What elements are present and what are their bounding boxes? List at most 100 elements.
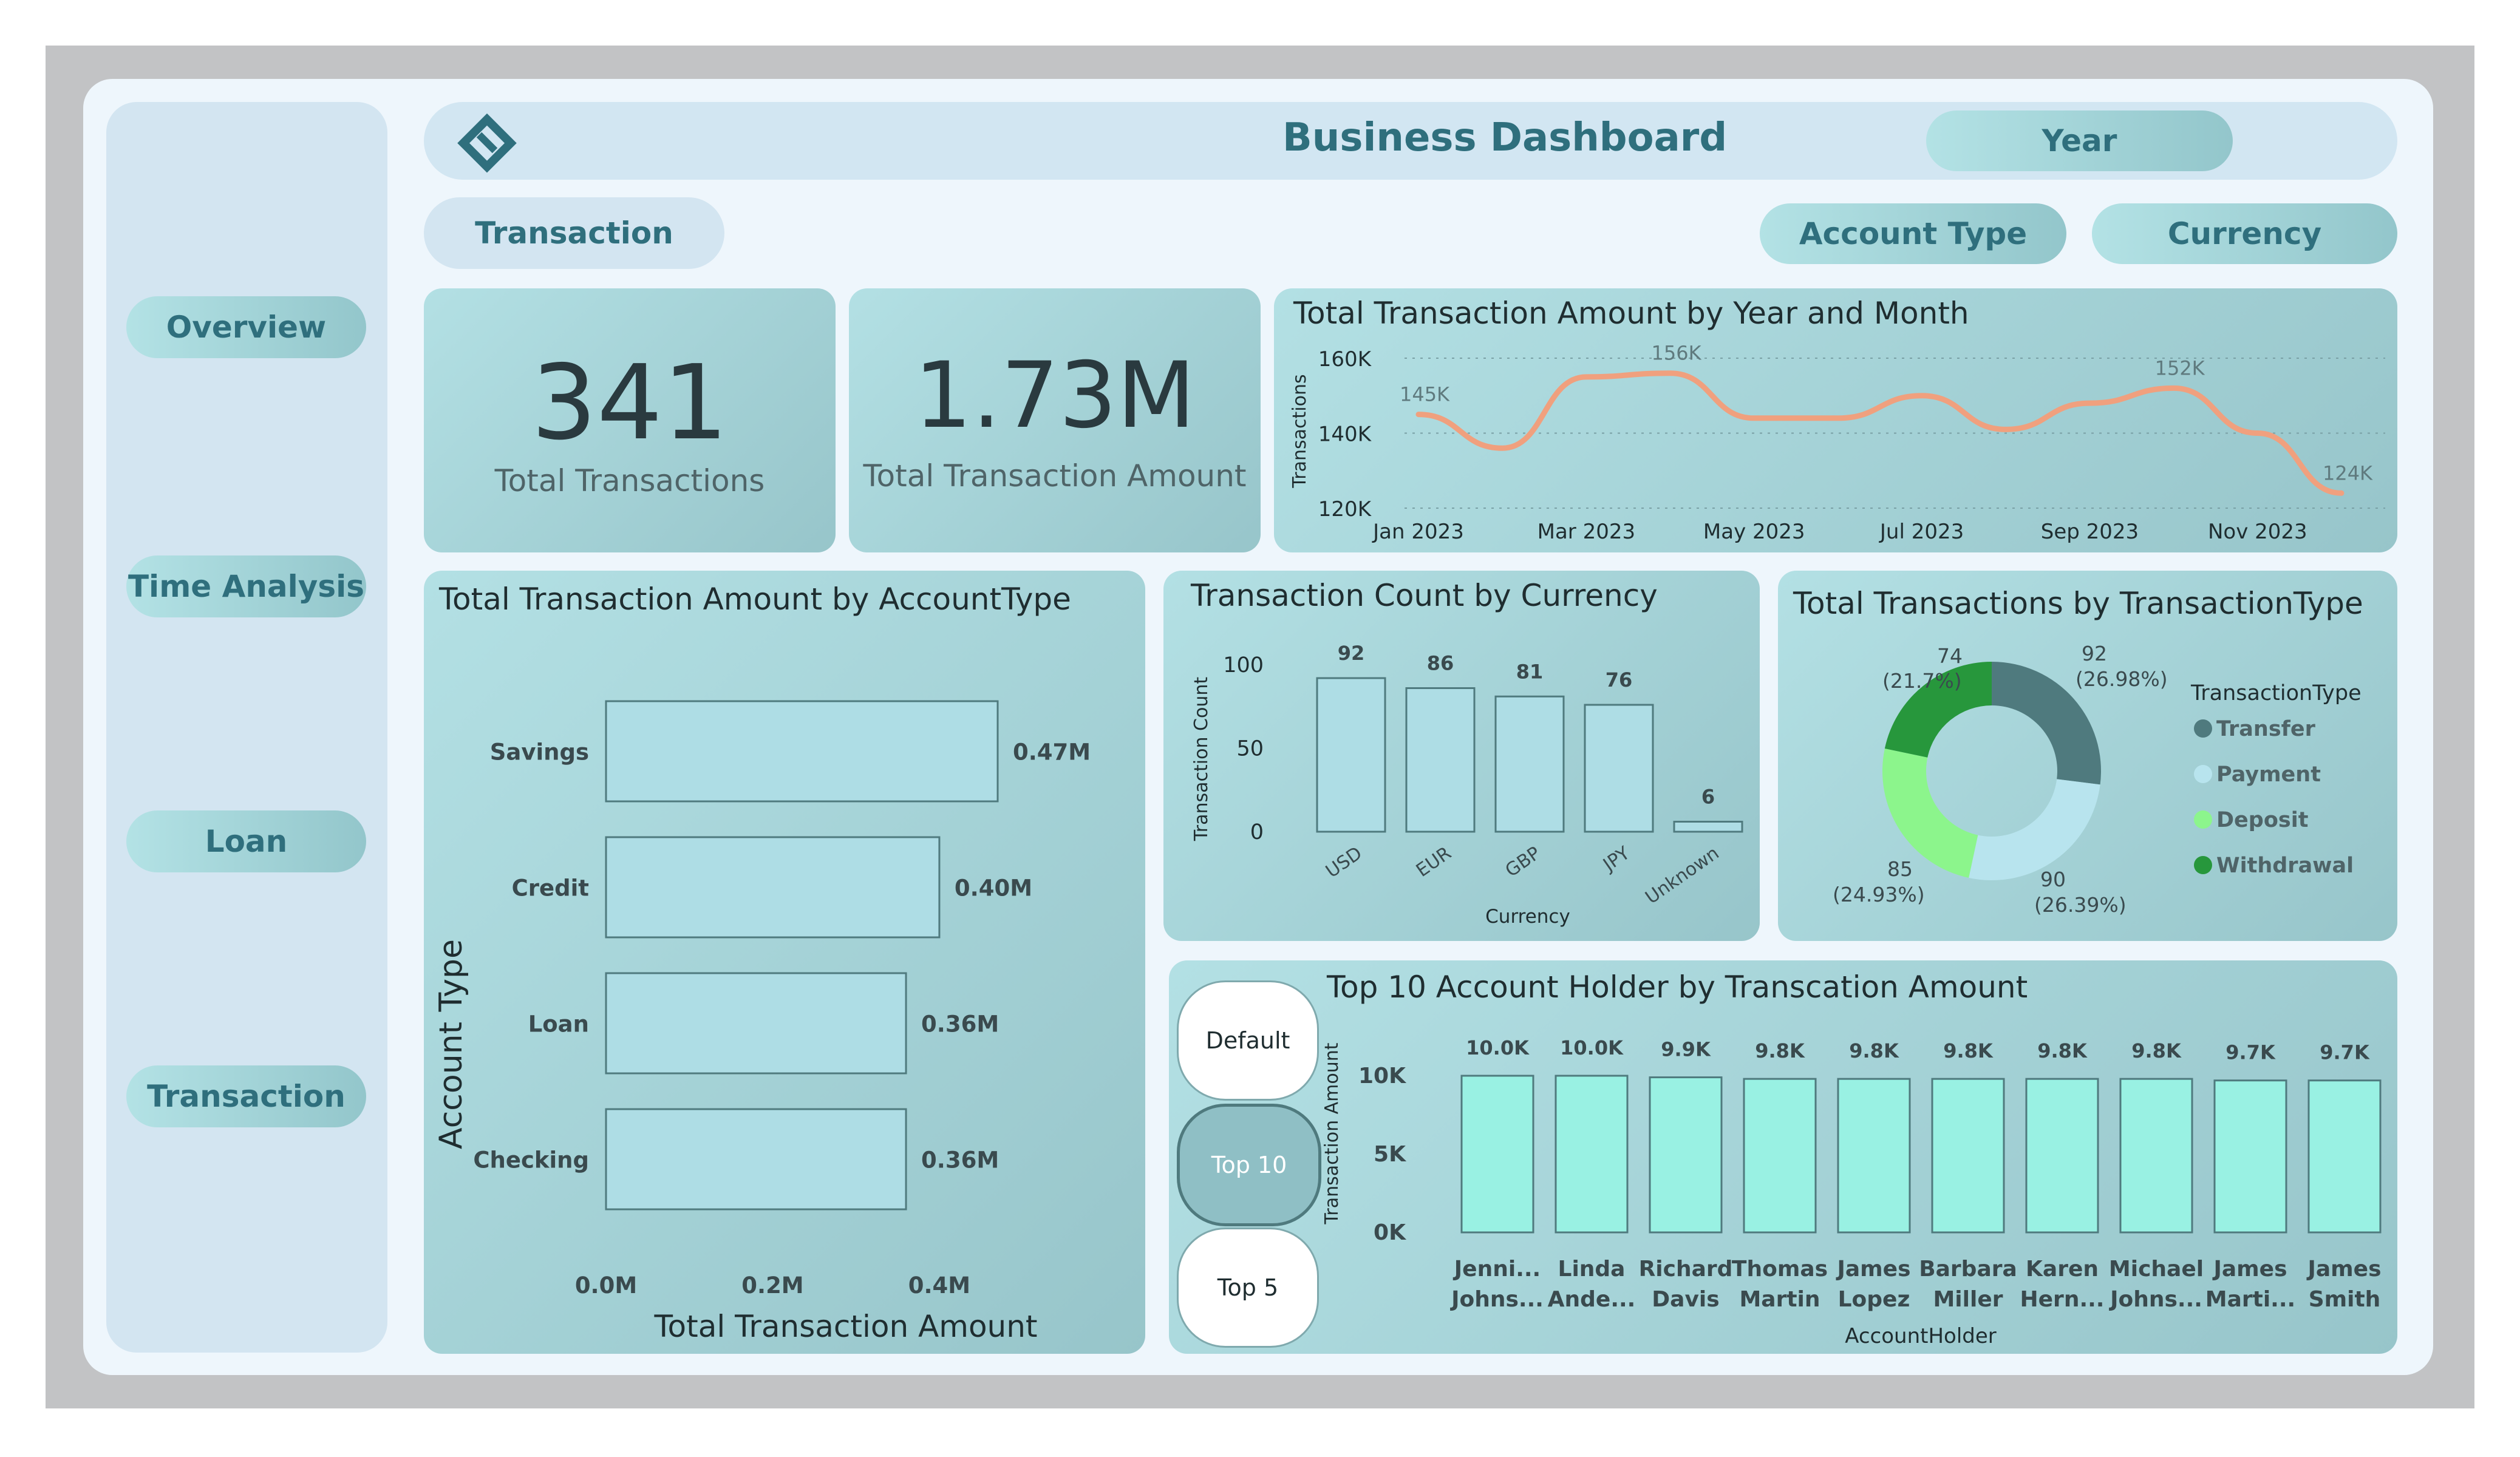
year-filter-button[interactable]: Year bbox=[1926, 110, 2233, 171]
currency-y-tick-label: 100 bbox=[1223, 653, 1264, 678]
currency-bar[interactable] bbox=[1494, 695, 1565, 833]
nav-transaction-button[interactable]: Transaction bbox=[126, 1065, 366, 1127]
top-holder-bar[interactable] bbox=[2025, 1078, 2099, 1234]
legend-payment-icon bbox=[2194, 765, 2212, 783]
legend-transfer-icon bbox=[2194, 719, 2212, 738]
account-type-chart-card: Total Transaction Amount by AccountType … bbox=[424, 571, 1145, 1354]
top-holder-data-label: 9.9K bbox=[1661, 1038, 1711, 1061]
top-holder-data-label: 9.8K bbox=[1943, 1039, 1994, 1062]
nav-overview-button[interactable]: Overview bbox=[126, 296, 366, 358]
top-holder-data-label: 9.7K bbox=[2320, 1041, 2370, 1064]
top-y-tick-label: 10K bbox=[1358, 1064, 1406, 1089]
top-holder-bar[interactable] bbox=[2307, 1079, 2382, 1234]
donut-value-label: 92 bbox=[2082, 642, 2107, 665]
account-type-bar[interactable] bbox=[605, 700, 999, 803]
currency-bar-chart: Transaction Count Currency 100 50 0 92 USD 8… bbox=[1191, 642, 1743, 928]
currency-bar[interactable] bbox=[1673, 821, 1743, 833]
currency-category-label: USD bbox=[1322, 843, 1366, 882]
currency-y-axis-label: Transaction Count bbox=[1191, 677, 1212, 841]
account-type-filter-button[interactable]: Account Type bbox=[1760, 203, 2066, 264]
donut-percent-label: (26.39%) bbox=[2034, 893, 2127, 917]
account-type-bar[interactable] bbox=[605, 1108, 907, 1211]
default-toggle-button[interactable]: Default bbox=[1177, 980, 1319, 1101]
currency-bar[interactable] bbox=[1405, 687, 1476, 833]
top-holder-name-line1: Michael bbox=[2109, 1257, 2204, 1282]
top-holder-name-line2: Johns... bbox=[1449, 1287, 1544, 1312]
donut-percent-label: (21.7%) bbox=[1882, 669, 1962, 693]
account-type-y-axis-label: Account Type bbox=[433, 939, 469, 1149]
currency-data-label: 92 bbox=[1338, 642, 1365, 665]
top-holder-data-label: 10.0K bbox=[1466, 1036, 1530, 1059]
top-holder-bar[interactable] bbox=[2119, 1078, 2193, 1234]
top10-toggle-button[interactable]: Top 10 bbox=[1177, 1104, 1321, 1226]
top-holder-bar[interactable] bbox=[1460, 1075, 1534, 1234]
nav-time-analysis-button[interactable]: Time Analysis bbox=[126, 555, 366, 617]
top-y-tick-label: 5K bbox=[1374, 1142, 1406, 1167]
kpi-total-transactions-value: 341 bbox=[531, 343, 729, 463]
kpi-total-transactions-label: Total Transactions bbox=[494, 463, 765, 498]
currency-category-label: GBP bbox=[1502, 843, 1545, 881]
account-type-bar[interactable] bbox=[605, 836, 941, 939]
top5-toggle-button[interactable]: Top 5 bbox=[1177, 1228, 1319, 1348]
top-holder-name-line2: Lopez bbox=[1838, 1287, 1910, 1312]
account-type-bar[interactable] bbox=[605, 972, 907, 1075]
line-x-tick-label: Sep 2023 bbox=[2041, 520, 2139, 544]
currency-filter-button[interactable]: Currency bbox=[2092, 203, 2397, 264]
transaction-filter-button[interactable]: Transaction bbox=[424, 197, 724, 269]
transaction-type-donut-chart: 92(26.98%)90(26.39%)85(24.93%)74(21.7%) … bbox=[1833, 642, 2362, 917]
line-x-tick-label: Nov 2023 bbox=[2208, 520, 2307, 544]
currency-bar[interactable] bbox=[1316, 677, 1386, 833]
sidebar bbox=[106, 102, 387, 1353]
top-holder-name-line2: Martin bbox=[1739, 1287, 1820, 1312]
account-type-x-tick-label: 0.0M bbox=[575, 1272, 637, 1299]
top-holder-bar[interactable] bbox=[1555, 1075, 1629, 1234]
donut-value-label: 74 bbox=[1937, 644, 1963, 668]
top-holder-name-line1: Richard bbox=[1639, 1257, 1733, 1282]
currency-data-label: 6 bbox=[1701, 786, 1715, 809]
donut-value-label: 85 bbox=[1887, 857, 1913, 881]
top-holder-name-line2: Davis bbox=[1652, 1287, 1719, 1312]
top-holder-name-line1: James bbox=[2212, 1257, 2287, 1282]
top-y-tick-label: 0K bbox=[1374, 1220, 1406, 1245]
top-holder-name-line1: Barbara bbox=[1919, 1257, 2017, 1282]
top-holder-bar[interactable] bbox=[2213, 1079, 2287, 1234]
account-type-category-label: Loan bbox=[528, 1011, 589, 1038]
top-y-axis-label: Transaction Amount bbox=[1321, 1042, 1343, 1224]
currency-y-tick-label: 50 bbox=[1236, 737, 1264, 761]
currency-x-axis-label: Currency bbox=[1485, 906, 1570, 928]
legend-deposit-label[interactable]: Deposit bbox=[2216, 808, 2308, 832]
account-type-bar-chart: Account Type Total Transaction Amount Sa… bbox=[433, 700, 1091, 1344]
top-x-axis-label: AccountHolder bbox=[1845, 1324, 1997, 1348]
legend-payment-label[interactable]: Payment bbox=[2216, 762, 2321, 787]
top-account-holder-bar-chart: Transaction Amount AccountHolder 10K 5K 0K… bbox=[1321, 1036, 2382, 1348]
currency-bar[interactable] bbox=[1584, 704, 1654, 833]
top-holder-bar[interactable] bbox=[1837, 1078, 1911, 1234]
currency-category-label: JPY bbox=[1598, 842, 1634, 876]
top-holder-bar[interactable] bbox=[1743, 1078, 1817, 1234]
top-holder-name-line2: Hern... bbox=[2020, 1287, 2105, 1312]
donut-slice-payment[interactable] bbox=[1969, 779, 2100, 880]
account-type-category-label: Checking bbox=[473, 1147, 589, 1173]
top-holder-name-line1: Karen bbox=[2026, 1257, 2099, 1282]
top-holder-name-line1: Linda bbox=[1558, 1257, 1626, 1282]
currency-category-label: EUR bbox=[1412, 843, 1456, 881]
currency-data-label: 81 bbox=[1516, 660, 1544, 683]
legend-transfer-label[interactable]: Transfer bbox=[2216, 717, 2316, 741]
top-holder-data-label: 9.8K bbox=[1849, 1039, 1899, 1062]
nav-loan-button[interactable]: Loan bbox=[126, 810, 366, 872]
top-holder-bar[interactable] bbox=[1649, 1076, 1723, 1234]
line-chart-card: Total Transaction Amount by Year and Mon… bbox=[1274, 288, 2397, 552]
currency-category-label: Unknown bbox=[1641, 843, 1723, 909]
donut-legend-title: TransactionType bbox=[2190, 681, 2362, 705]
legend-withdrawal-label[interactable]: Withdrawal bbox=[2216, 854, 2354, 878]
kpi-total-amount-label: Total Transaction Amount bbox=[863, 458, 1247, 494]
currency-data-label: 86 bbox=[1427, 652, 1454, 675]
line-y-tick-label: 120K bbox=[1318, 497, 1372, 521]
line-x-tick-label: Jan 2023 bbox=[1372, 520, 1464, 544]
currency-data-label: 76 bbox=[1606, 668, 1633, 691]
donut-percent-label: (24.93%) bbox=[1833, 883, 1925, 906]
top-holder-bar[interactable] bbox=[1931, 1078, 2005, 1234]
legend-withdrawal-icon bbox=[2194, 856, 2212, 874]
currency-y-tick-label: 0 bbox=[1250, 820, 1264, 844]
top-holder-data-label: 9.8K bbox=[2131, 1039, 2182, 1062]
